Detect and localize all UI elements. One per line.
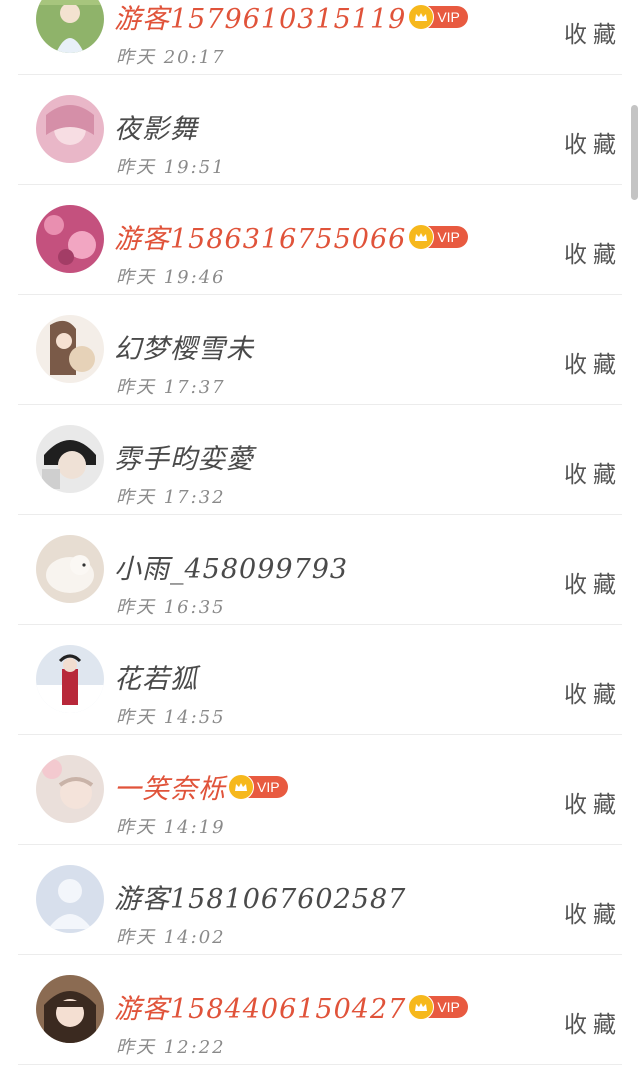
user-name: 雰手昀娈薆 [114,444,254,475]
user-name: 一笑奈栎 VIP [114,767,288,806]
avatar[interactable] [36,425,104,493]
vip-badge: VIP [408,223,468,250]
user-name: 花若狐 [114,664,198,695]
collect-button[interactable]: 收藏 [564,675,622,709]
list-item[interactable]: 小雨_458099793 昨天 16:35 收藏 [18,515,622,625]
list-item[interactable]: 游客1586316755066 VIP 昨天 19:46 收藏 [18,185,622,295]
avatar[interactable] [36,0,104,53]
timestamp: 昨天 20:17 [116,47,226,68]
timestamp: 昨天 14:19 [116,817,226,838]
crown-icon [408,223,435,250]
list-item[interactable]: 游客1579610315119 VIP 昨天 20:17 收藏 [18,0,622,75]
list-item[interactable]: 花若狐 昨天 14:55 收藏 [18,625,622,735]
user-name: 小雨_458099793 [114,554,349,585]
vip-badge: VIP [408,3,468,30]
timestamp: 昨天 14:02 [116,927,226,948]
avatar[interactable] [36,535,104,603]
collect-button[interactable]: 收藏 [564,125,622,159]
collect-button[interactable]: 收藏 [564,345,622,379]
timestamp: 昨天 14:55 [116,707,226,728]
crown-icon [228,773,254,800]
list-item[interactable]: 游客1584406150427 VIP 昨天 12:22 收藏 [18,955,622,1065]
collect-button[interactable]: 收藏 [564,785,622,819]
collect-button[interactable]: 收藏 [564,895,622,929]
user-name: 游客1586316755066 VIP [114,217,468,256]
avatar[interactable] [36,205,104,273]
list-item[interactable]: 雰手昀娈薆 昨天 17:32 收藏 [18,405,622,515]
avatar[interactable] [36,865,104,933]
list-item[interactable]: 夜影舞 昨天 19:51 收藏 [18,75,622,185]
collect-button[interactable]: 收藏 [564,1005,622,1039]
vip-badge: VIP [408,993,468,1020]
user-name: 游客1579610315119 VIP [114,0,468,36]
user-name: 夜影舞 [114,114,198,145]
scrollbar[interactable] [631,105,638,200]
user-name: 游客1584406150427 VIP [114,987,468,1026]
timestamp: 昨天 17:37 [116,377,226,398]
timestamp: 昨天 17:32 [116,487,226,508]
list-item[interactable]: 游客1581067602587 昨天 14:02 收藏 [18,845,622,955]
user-name: 幻梦樱雪未 [114,334,254,365]
timestamp: 昨天 12:22 [116,1037,226,1058]
collect-button[interactable]: 收藏 [564,15,622,49]
timestamp: 昨天 19:51 [116,157,226,178]
vip-badge: VIP [228,773,288,800]
list-item[interactable]: 一笑奈栎 VIP 昨天 14:19 收藏 [18,735,622,845]
collect-button[interactable]: 收藏 [564,565,622,599]
crown-icon [408,3,435,30]
avatar[interactable] [36,95,104,163]
timestamp: 昨天 19:46 [116,267,226,288]
avatar[interactable] [36,975,104,1043]
crown-icon [408,993,435,1020]
collect-button[interactable]: 收藏 [564,455,622,489]
list-item[interactable]: 幻梦樱雪未 昨天 17:37 收藏 [18,295,622,405]
user-list: 游客1579610315119 VIP 昨天 20:17 收藏 夜影舞 昨天 1… [0,0,640,1065]
avatar[interactable] [36,645,104,713]
avatar[interactable] [36,755,104,823]
avatar[interactable] [36,315,104,383]
collect-button[interactable]: 收藏 [564,235,622,269]
timestamp: 昨天 16:35 [116,597,226,618]
user-name: 游客1581067602587 [114,884,407,915]
